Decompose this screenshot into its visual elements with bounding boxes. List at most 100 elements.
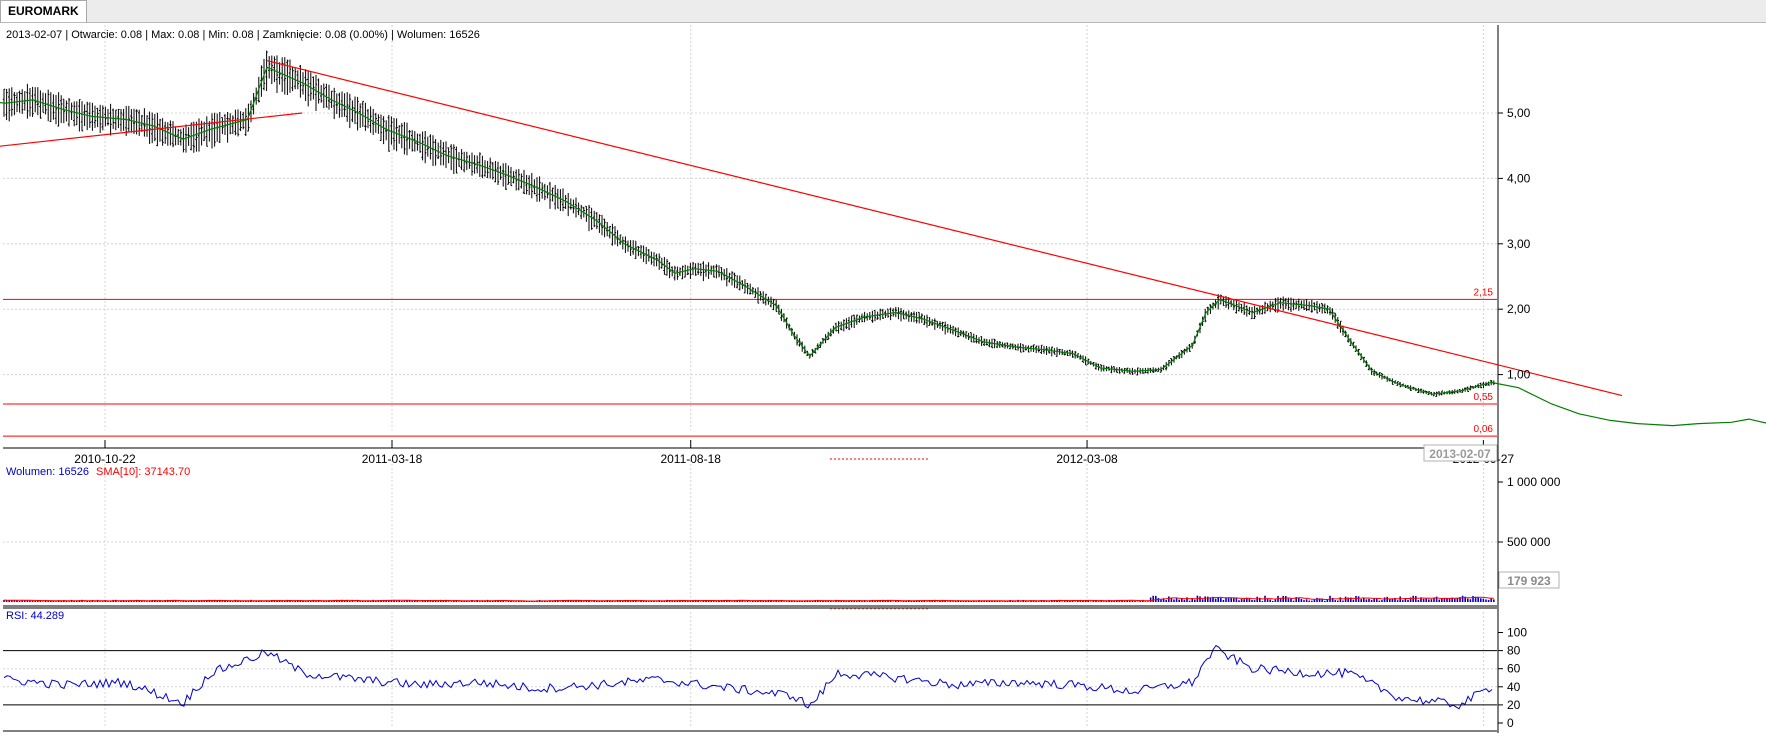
volume-bar <box>65 601 68 602</box>
ohlc-bar <box>421 131 424 161</box>
ohlc-bar <box>317 78 320 104</box>
volume-bars <box>3 595 1495 602</box>
volume-bar <box>629 601 632 602</box>
ohlc-bar <box>296 70 299 90</box>
volume-bar <box>1251 599 1253 602</box>
ohlc-bar <box>1050 346 1053 357</box>
ohlc-bar <box>395 118 398 152</box>
ohlc-bar <box>236 109 240 137</box>
volume-bar <box>785 601 788 602</box>
ohlc-bar <box>629 240 632 257</box>
volume-bar <box>450 601 452 602</box>
rsi-tick-label: 100 <box>1507 626 1527 640</box>
volume-bar <box>1485 599 1487 602</box>
ohlc-bar <box>164 121 167 144</box>
volume-bar <box>284 601 286 602</box>
volume-bar <box>900 601 902 602</box>
ohlc-bar <box>590 207 593 230</box>
volume-bar <box>1214 598 1217 602</box>
ohlc-bar <box>153 113 156 142</box>
volume-bar <box>403 600 406 602</box>
volume-bar <box>18 600 21 602</box>
y-tick-label: 5,00 <box>1507 106 1531 120</box>
ohlc-bar <box>567 192 570 217</box>
ohlc-bar <box>158 118 162 142</box>
ohlc-bar <box>273 56 276 83</box>
volume-tick-label: 500 000 <box>1507 535 1551 549</box>
ohlc-bar <box>5 88 8 121</box>
volume-bar <box>343 601 346 602</box>
volume-bar <box>546 601 549 602</box>
volume-bar <box>1396 600 1399 602</box>
volume-bar <box>1217 597 1219 602</box>
ohlc-bar <box>452 144 455 175</box>
ohlc-bar <box>28 88 32 117</box>
volume-bar <box>315 601 317 602</box>
volume-bar <box>1207 596 1209 602</box>
volume-bar <box>1490 598 1492 602</box>
volume-bar <box>180 601 182 602</box>
volume-bar <box>892 601 894 602</box>
trend-lines <box>0 60 1623 397</box>
volume-bar <box>1357 596 1360 602</box>
volume-bar <box>1243 599 1245 602</box>
x-tick-label: 2011-08-18 <box>660 452 721 466</box>
volume-bar <box>1027 601 1030 602</box>
volume-bar <box>1038 601 1040 602</box>
chart-canvas[interactable]: 2,15 0,55 0,06 2010-10-22 2011-03-18 2011-08… <box>0 0 1766 735</box>
volume-bar <box>1261 600 1264 602</box>
volume-bar <box>1272 600 1274 602</box>
volume-bar <box>411 600 413 602</box>
ohlc-bar <box>455 146 458 174</box>
volume-bar <box>1240 598 1243 602</box>
volume-bar <box>700 601 702 602</box>
volume-bar <box>648 601 650 602</box>
volume-bar <box>146 601 148 602</box>
volume-bar <box>939 601 941 602</box>
volume-bar <box>996 601 998 602</box>
volume-bar <box>1313 599 1316 602</box>
ohlc-bar <box>62 98 65 124</box>
ohlc-bar <box>411 130 414 152</box>
volume-bar <box>42 601 44 602</box>
volume-bar <box>505 601 507 602</box>
ohlc-bar <box>182 127 185 153</box>
x-tick-label: 2011-03-18 <box>362 452 423 466</box>
ohlc-bar <box>88 102 91 128</box>
ohlc-bar <box>13 91 16 116</box>
volume-bar <box>1334 600 1336 602</box>
volume-bar <box>232 601 234 602</box>
ohlc-bar <box>694 263 697 276</box>
volume-bar <box>1168 596 1170 602</box>
volume-bar <box>1103 601 1105 602</box>
volume-bar <box>1285 596 1287 602</box>
ohlc-bars <box>2 50 1495 398</box>
ohlc-bar <box>535 177 539 202</box>
ohlc-bar <box>125 105 128 136</box>
volume-bar <box>1222 599 1225 602</box>
axes: 2010-10-22 2011-03-18 2011-08-18 2012-03-08… <box>74 106 1560 730</box>
volume-bar <box>1467 598 1469 602</box>
volume-marker: 179 923 <box>1498 571 1560 589</box>
volume-marker-value: 179 923 <box>1507 574 1551 588</box>
ohlc-bar <box>166 122 169 146</box>
volume-bar <box>1311 600 1313 602</box>
rsi-line <box>3 644 1493 710</box>
volume-bar <box>1001 601 1004 602</box>
volume-bar <box>320 601 322 602</box>
volume-bar <box>252 601 255 602</box>
volume-bar <box>762 601 764 602</box>
ohlc-bar <box>39 90 42 119</box>
volume-bar <box>143 601 146 602</box>
ohlc-bar <box>197 118 201 152</box>
ohlc-bar <box>871 310 874 323</box>
volume-bar <box>1425 598 1427 602</box>
volume-bar <box>515 601 517 602</box>
volume-bar <box>1292 600 1295 602</box>
volume-bar <box>395 600 398 602</box>
volume-bar <box>419 601 421 602</box>
ohlc-bar <box>57 92 60 127</box>
volume-bar <box>1402 600 1404 602</box>
volume-bar <box>1355 595 1357 602</box>
volume-bar <box>1248 598 1251 602</box>
